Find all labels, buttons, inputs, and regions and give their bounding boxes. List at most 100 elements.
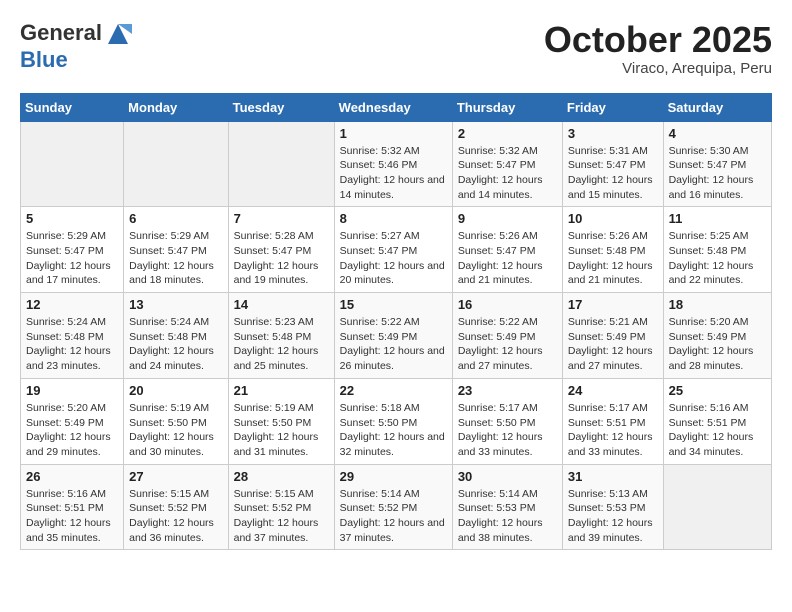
day-info: Sunrise: 5:20 AMSunset: 5:49 PMDaylight:… — [26, 401, 118, 460]
day-info: Sunrise: 5:29 AMSunset: 5:47 PMDaylight:… — [26, 229, 118, 288]
calendar-cell: 10 Sunrise: 5:26 AMSunset: 5:48 PMDaylig… — [562, 207, 663, 293]
calendar-cell: 9 Sunrise: 5:26 AMSunset: 5:47 PMDayligh… — [452, 207, 562, 293]
day-number: 2 — [458, 126, 557, 141]
weekday-header-sunday: Sunday — [21, 93, 124, 121]
calendar-table: SundayMondayTuesdayWednesdayThursdayFrid… — [20, 93, 772, 551]
day-info: Sunrise: 5:26 AMSunset: 5:47 PMDaylight:… — [458, 229, 557, 288]
day-info: Sunrise: 5:17 AMSunset: 5:51 PMDaylight:… — [568, 401, 658, 460]
day-number: 8 — [340, 211, 447, 226]
day-info: Sunrise: 5:22 AMSunset: 5:49 PMDaylight:… — [458, 315, 557, 374]
day-number: 3 — [568, 126, 658, 141]
day-info: Sunrise: 5:16 AMSunset: 5:51 PMDaylight:… — [26, 487, 118, 546]
day-info: Sunrise: 5:13 AMSunset: 5:53 PMDaylight:… — [568, 487, 658, 546]
day-number: 25 — [669, 383, 766, 398]
calendar-cell: 15 Sunrise: 5:22 AMSunset: 5:49 PMDaylig… — [334, 293, 452, 379]
day-number: 28 — [234, 469, 329, 484]
day-number: 24 — [568, 383, 658, 398]
calendar-cell: 1 Sunrise: 5:32 AMSunset: 5:46 PMDayligh… — [334, 121, 452, 207]
day-info: Sunrise: 5:20 AMSunset: 5:49 PMDaylight:… — [669, 315, 766, 374]
day-info: Sunrise: 5:14 AMSunset: 5:52 PMDaylight:… — [340, 487, 447, 546]
calendar-cell: 2 Sunrise: 5:32 AMSunset: 5:47 PMDayligh… — [452, 121, 562, 207]
day-number: 30 — [458, 469, 557, 484]
weekday-header-saturday: Saturday — [663, 93, 771, 121]
day-number: 10 — [568, 211, 658, 226]
weekday-header-row: SundayMondayTuesdayWednesdayThursdayFrid… — [21, 93, 772, 121]
calendar-cell: 17 Sunrise: 5:21 AMSunset: 5:49 PMDaylig… — [562, 293, 663, 379]
day-info: Sunrise: 5:27 AMSunset: 5:47 PMDaylight:… — [340, 229, 447, 288]
weekday-header-monday: Monday — [124, 93, 228, 121]
logo-blue: Blue — [20, 47, 68, 72]
day-number: 31 — [568, 469, 658, 484]
day-number: 6 — [129, 211, 222, 226]
calendar-cell: 12 Sunrise: 5:24 AMSunset: 5:48 PMDaylig… — [21, 293, 124, 379]
logo-icon — [104, 20, 132, 48]
calendar-cell: 21 Sunrise: 5:19 AMSunset: 5:50 PMDaylig… — [228, 378, 334, 464]
day-number: 23 — [458, 383, 557, 398]
calendar-week-5: 26 Sunrise: 5:16 AMSunset: 5:51 PMDaylig… — [21, 464, 772, 550]
calendar-cell: 11 Sunrise: 5:25 AMSunset: 5:48 PMDaylig… — [663, 207, 771, 293]
calendar-cell: 27 Sunrise: 5:15 AMSunset: 5:52 PMDaylig… — [124, 464, 228, 550]
weekday-header-wednesday: Wednesday — [334, 93, 452, 121]
day-info: Sunrise: 5:23 AMSunset: 5:48 PMDaylight:… — [234, 315, 329, 374]
page-header: General Blue October 2025 Viraco, Arequi… — [20, 20, 772, 77]
day-info: Sunrise: 5:21 AMSunset: 5:49 PMDaylight:… — [568, 315, 658, 374]
day-number: 11 — [669, 211, 766, 226]
day-number: 4 — [669, 126, 766, 141]
day-info: Sunrise: 5:19 AMSunset: 5:50 PMDaylight:… — [129, 401, 222, 460]
day-info: Sunrise: 5:22 AMSunset: 5:49 PMDaylight:… — [340, 315, 447, 374]
calendar-cell — [124, 121, 228, 207]
day-number: 22 — [340, 383, 447, 398]
calendar-cell: 22 Sunrise: 5:18 AMSunset: 5:50 PMDaylig… — [334, 378, 452, 464]
day-number: 15 — [340, 297, 447, 312]
day-info: Sunrise: 5:28 AMSunset: 5:47 PMDaylight:… — [234, 229, 329, 288]
calendar-cell: 8 Sunrise: 5:27 AMSunset: 5:47 PMDayligh… — [334, 207, 452, 293]
calendar-cell: 30 Sunrise: 5:14 AMSunset: 5:53 PMDaylig… — [452, 464, 562, 550]
day-info: Sunrise: 5:18 AMSunset: 5:50 PMDaylight:… — [340, 401, 447, 460]
day-info: Sunrise: 5:30 AMSunset: 5:47 PMDaylight:… — [669, 144, 766, 203]
calendar-week-2: 5 Sunrise: 5:29 AMSunset: 5:47 PMDayligh… — [21, 207, 772, 293]
calendar-cell: 19 Sunrise: 5:20 AMSunset: 5:49 PMDaylig… — [21, 378, 124, 464]
weekday-header-friday: Friday — [562, 93, 663, 121]
calendar-week-4: 19 Sunrise: 5:20 AMSunset: 5:49 PMDaylig… — [21, 378, 772, 464]
location-subtitle: Viraco, Arequipa, Peru — [544, 60, 772, 77]
calendar-week-3: 12 Sunrise: 5:24 AMSunset: 5:48 PMDaylig… — [21, 293, 772, 379]
day-number: 20 — [129, 383, 222, 398]
day-info: Sunrise: 5:15 AMSunset: 5:52 PMDaylight:… — [129, 487, 222, 546]
day-number: 12 — [26, 297, 118, 312]
calendar-cell: 14 Sunrise: 5:23 AMSunset: 5:48 PMDaylig… — [228, 293, 334, 379]
calendar-cell: 24 Sunrise: 5:17 AMSunset: 5:51 PMDaylig… — [562, 378, 663, 464]
calendar-week-1: 1 Sunrise: 5:32 AMSunset: 5:46 PMDayligh… — [21, 121, 772, 207]
day-number: 7 — [234, 211, 329, 226]
day-info: Sunrise: 5:25 AMSunset: 5:48 PMDaylight:… — [669, 229, 766, 288]
calendar-cell — [21, 121, 124, 207]
calendar-cell: 31 Sunrise: 5:13 AMSunset: 5:53 PMDaylig… — [562, 464, 663, 550]
day-info: Sunrise: 5:29 AMSunset: 5:47 PMDaylight:… — [129, 229, 222, 288]
calendar-cell: 28 Sunrise: 5:15 AMSunset: 5:52 PMDaylig… — [228, 464, 334, 550]
month-title: October 2025 — [544, 20, 772, 60]
day-info: Sunrise: 5:26 AMSunset: 5:48 PMDaylight:… — [568, 229, 658, 288]
calendar-cell: 23 Sunrise: 5:17 AMSunset: 5:50 PMDaylig… — [452, 378, 562, 464]
calendar-cell: 16 Sunrise: 5:22 AMSunset: 5:49 PMDaylig… — [452, 293, 562, 379]
calendar-cell — [228, 121, 334, 207]
title-block: October 2025 Viraco, Arequipa, Peru — [544, 20, 772, 77]
day-info: Sunrise: 5:19 AMSunset: 5:50 PMDaylight:… — [234, 401, 329, 460]
day-number: 14 — [234, 297, 329, 312]
calendar-cell: 26 Sunrise: 5:16 AMSunset: 5:51 PMDaylig… — [21, 464, 124, 550]
day-number: 13 — [129, 297, 222, 312]
day-info: Sunrise: 5:32 AMSunset: 5:47 PMDaylight:… — [458, 144, 557, 203]
weekday-header-tuesday: Tuesday — [228, 93, 334, 121]
calendar-cell: 6 Sunrise: 5:29 AMSunset: 5:47 PMDayligh… — [124, 207, 228, 293]
calendar-cell: 7 Sunrise: 5:28 AMSunset: 5:47 PMDayligh… — [228, 207, 334, 293]
day-info: Sunrise: 5:16 AMSunset: 5:51 PMDaylight:… — [669, 401, 766, 460]
day-number: 9 — [458, 211, 557, 226]
day-number: 16 — [458, 297, 557, 312]
day-info: Sunrise: 5:17 AMSunset: 5:50 PMDaylight:… — [458, 401, 557, 460]
day-number: 17 — [568, 297, 658, 312]
weekday-header-thursday: Thursday — [452, 93, 562, 121]
day-number: 21 — [234, 383, 329, 398]
calendar-cell: 13 Sunrise: 5:24 AMSunset: 5:48 PMDaylig… — [124, 293, 228, 379]
day-number: 1 — [340, 126, 447, 141]
calendar-cell: 5 Sunrise: 5:29 AMSunset: 5:47 PMDayligh… — [21, 207, 124, 293]
day-number: 27 — [129, 469, 222, 484]
calendar-cell: 18 Sunrise: 5:20 AMSunset: 5:49 PMDaylig… — [663, 293, 771, 379]
